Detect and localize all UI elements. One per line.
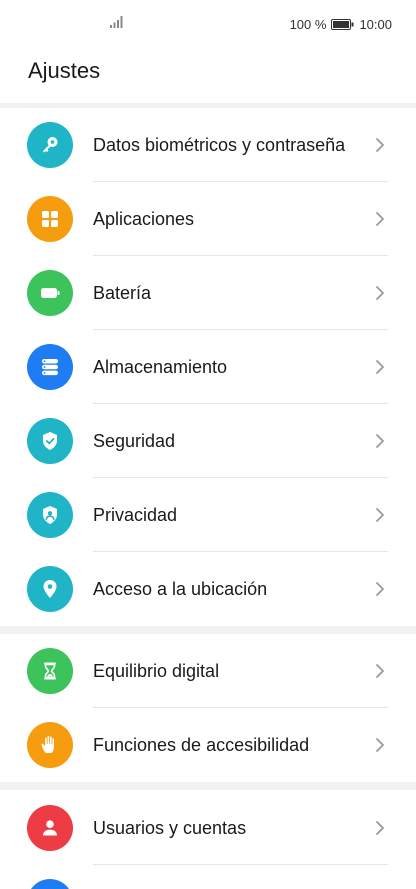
battery-icon	[331, 18, 354, 30]
settings-item-storage[interactable]: Almacenamiento	[0, 330, 416, 404]
user-icon	[27, 805, 73, 851]
settings-item-label: Usuarios y cuentas	[93, 818, 247, 838]
shield-check-icon	[27, 418, 73, 464]
settings-item-label: Seguridad	[93, 431, 176, 451]
settings-item-security[interactable]: Seguridad	[0, 404, 416, 478]
settings-item-accessibility[interactable]: Funciones de accesibilidad	[0, 708, 416, 782]
divider	[93, 864, 388, 865]
settings-group-1: Datos biométricos y contraseña Aplicacio…	[0, 108, 416, 626]
key-icon	[27, 122, 73, 168]
settings-item-biometrics[interactable]: Datos biométricos y contraseña	[0, 108, 416, 182]
settings-item-label: Datos biométricos y contraseña	[93, 135, 346, 155]
chevron-right-icon	[376, 664, 384, 678]
chevron-right-icon	[376, 508, 384, 522]
settings-item-location[interactable]: Acceso a la ubicación	[0, 552, 416, 626]
storage-icon	[27, 344, 73, 390]
status-right: 100 % 10:00	[290, 16, 392, 32]
section-separator	[0, 782, 416, 790]
settings-item-label: Batería	[93, 283, 152, 303]
settings-item-battery[interactable]: Batería	[0, 256, 416, 330]
chevron-right-icon	[376, 138, 384, 152]
settings-item-label: Privacidad	[93, 505, 178, 525]
hand-icon	[27, 722, 73, 768]
clock: 10:00	[359, 16, 392, 32]
settings-item-label: Aplicaciones	[93, 209, 195, 229]
settings-item-users-accounts[interactable]: Usuarios y cuentas	[0, 791, 416, 865]
chevron-right-icon	[376, 821, 384, 835]
chevron-right-icon	[376, 360, 384, 374]
settings-item-privacy[interactable]: Privacidad	[0, 478, 416, 552]
settings-item-partial[interactable]	[27, 879, 73, 889]
settings-group-3: Usuarios y cuentas	[0, 791, 416, 865]
chevron-right-icon	[376, 434, 384, 448]
apps-grid-icon	[27, 196, 73, 242]
battery-percent: 100 %	[289, 16, 327, 32]
settings-item-apps[interactable]: Aplicaciones	[0, 182, 416, 256]
chevron-right-icon	[376, 738, 384, 752]
chevron-right-icon	[376, 286, 384, 300]
settings-item-label: Equilibrio digital	[93, 661, 220, 681]
page-title: Ajustes	[28, 58, 101, 83]
location-pin-icon	[27, 566, 73, 612]
chevron-right-icon	[376, 212, 384, 226]
settings-group-2: Equilibrio digital Funciones de accesibi…	[0, 634, 416, 782]
privacy-shield-icon	[27, 492, 73, 538]
signal-icon	[110, 16, 123, 28]
settings-item-digital-balance[interactable]: Equilibrio digital	[0, 634, 416, 708]
battery-icon	[27, 270, 73, 316]
settings-item-label: Almacenamiento	[93, 357, 228, 377]
section-separator	[0, 626, 416, 634]
settings-item-label: Funciones de accesibilidad	[93, 735, 310, 755]
hourglass-icon	[27, 648, 73, 694]
settings-item-label: Acceso a la ubicación	[93, 579, 268, 599]
chevron-right-icon	[376, 582, 384, 596]
status-bar: 100 % 10:00	[0, 0, 416, 48]
